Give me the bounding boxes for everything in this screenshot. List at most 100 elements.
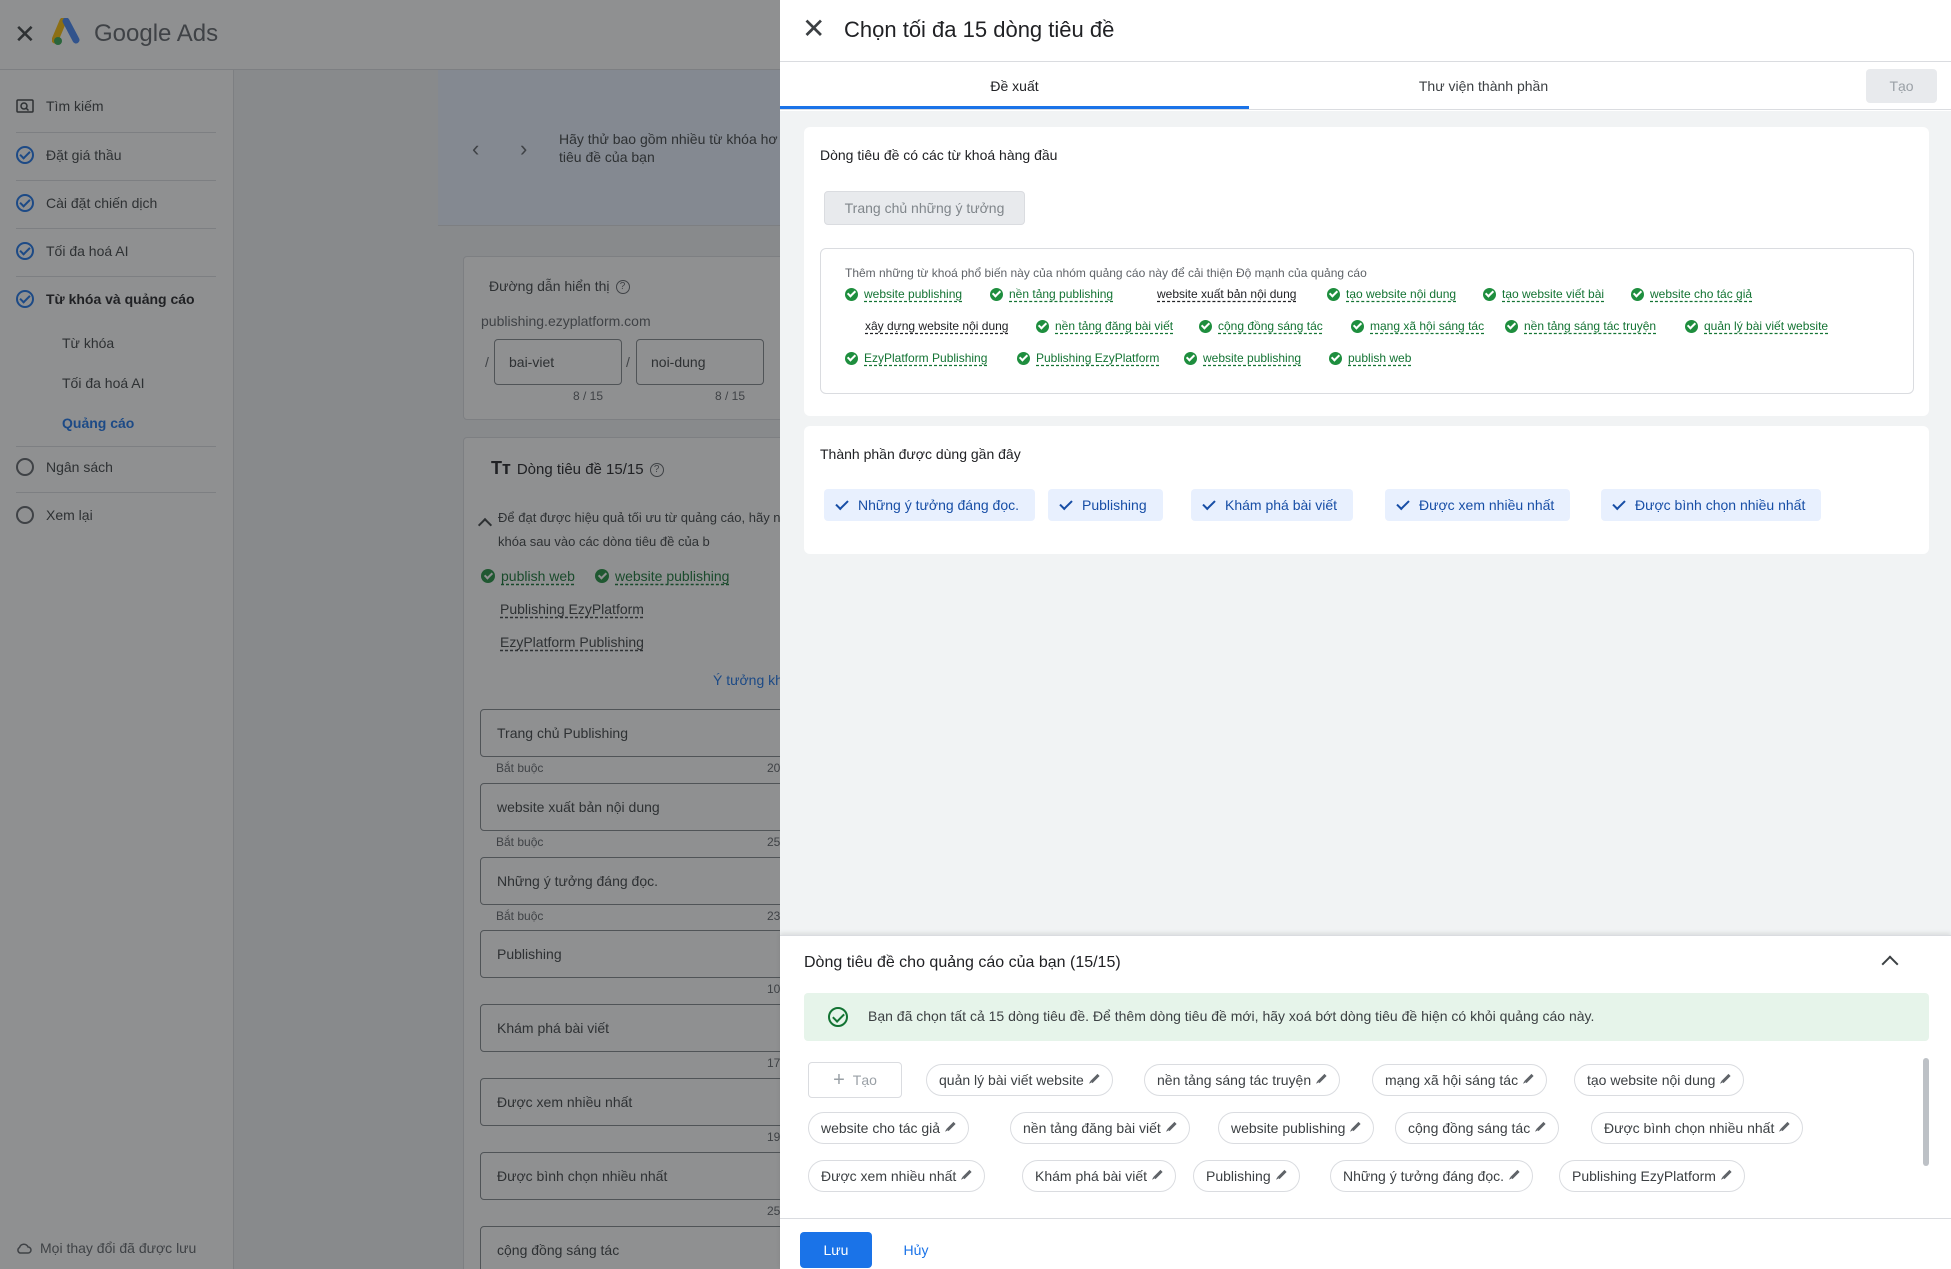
check-icon [1351,319,1364,333]
edit-icon[interactable] [1317,1073,1327,1083]
headline-chip[interactable]: quản lý bài viết website [926,1064,1113,1096]
selected-headlines-panel: Dòng tiêu đề cho quảng cáo của bạn (15/1… [780,935,1951,1269]
headline-chip[interactable]: mạng xã hội sáng tác [1372,1064,1548,1096]
check-icon [990,287,1003,301]
check-icon [1199,319,1212,333]
edit-icon[interactable] [1277,1169,1287,1179]
keyword-chip[interactable]: cộng đồng sáng tác [1199,319,1323,333]
idea-chip[interactable]: Trang chủ những ý tưởng [824,191,1025,225]
edit-icon[interactable] [946,1121,956,1131]
headline-chip[interactable]: cộng đồng sáng tác [1395,1112,1560,1144]
keyword-chip[interactable]: nền tảng sáng tác truyện [1505,319,1656,333]
check-icon [1329,351,1342,365]
keyword-chip[interactable]: quản lý bài viết website [1685,319,1828,333]
keyword-chip[interactable]: tạo website nội dung [1327,287,1456,301]
check-icon [1327,287,1340,301]
check-icon [845,287,858,301]
tab-bar: Đề xuất Thư viện thành phần [780,62,1951,110]
close-icon[interactable]: ✕ [802,14,825,44]
headline-chip[interactable]: Publishing [1193,1160,1300,1192]
check-icon [1483,287,1496,301]
edit-icon[interactable] [1090,1073,1100,1083]
save-button[interactable]: Lưu [800,1232,872,1268]
keyword-text: cộng đồng sáng tác [1218,319,1323,333]
check-icon [1685,319,1698,333]
keyword-chip[interactable]: mạng xã hội sáng tác [1351,319,1484,333]
check-icon [1396,496,1410,511]
success-banner: Bạn đã chọn tất cả 15 dòng tiêu đề. Để t… [804,993,1929,1041]
check-icon [1202,496,1216,511]
recent-asset-chip[interactable]: Được xem nhiều nhất [1385,489,1571,521]
headline-chip[interactable]: Khám phá bài viết [1022,1160,1177,1192]
scrollbar[interactable] [1923,1058,1929,1166]
keyword-text: tạo website viết bài [1502,287,1605,301]
keyword-headlines-title: Dòng tiêu đề có các từ khoá hàng đầu [820,147,1058,163]
headline-chip[interactable]: website cho tác giả [808,1112,970,1144]
check-icon [845,351,858,365]
create-button[interactable]: Tạo [1866,69,1937,103]
tab-asset-library[interactable]: Thư viện thành phần [1249,62,1718,110]
recent-asset-chip[interactable]: Được bình chọn nhiều nhất [1601,489,1822,521]
check-icon [1017,351,1030,365]
recent-asset-chip[interactable]: Khám phá bài viết [1191,489,1354,521]
add-headline-label: Tạo [852,1072,877,1088]
keyword-chip[interactable]: website cho tác giả [1631,287,1752,301]
chip-label: Những ý tưởng đáng đọc. [1343,1168,1505,1184]
headline-chip[interactable]: nền tảng đăng bài viết [1010,1112,1190,1144]
keyword-chip[interactable]: Publishing EzyPlatform [1017,351,1159,365]
chip-label: nền tảng đăng bài viết [1023,1120,1161,1136]
edit-icon[interactable] [1722,1169,1732,1179]
keyword-chip[interactable]: nền tảng publishing [990,287,1113,301]
chevron-up-icon[interactable] [1881,955,1899,973]
add-headline-button[interactable]: + Tạo [808,1062,902,1098]
success-message: Bạn đã chọn tất cả 15 dòng tiêu đề. Để t… [868,1008,1595,1024]
headline-chip[interactable]: tạo website nội dung [1574,1064,1745,1096]
active-tab-indicator [780,106,1249,109]
keyword-chip[interactable]: tạo website viết bài [1483,287,1604,301]
headline-chip[interactable]: nền tảng sáng tác truyện [1144,1064,1341,1096]
headline-chip[interactable]: Publishing EzyPlatform [1559,1160,1745,1192]
chip-label: Được bình chọn nhiều nhất [1604,1120,1775,1136]
keyword-chip[interactable]: xây dựng website nội dung [865,319,1008,333]
cancel-button[interactable]: Hủy [892,1232,940,1268]
edit-icon[interactable] [1351,1121,1362,1131]
keyword-chip[interactable]: website publishing [1184,351,1301,365]
keyword-text: website publishing [1203,351,1302,365]
keyword-chip[interactable]: website publishing [845,287,962,301]
recent-assets-card: Thành phần được dùng gần đây Những ý tưở… [804,426,1929,554]
dialog-body: Dòng tiêu đề có các từ khoá hàng đầu Tra… [780,111,1951,935]
keyword-chip[interactable]: nền tảng đăng bài viết [1036,319,1173,333]
headline-chip[interactable]: Được bình chọn nhiều nhất [1591,1112,1804,1144]
keyword-chip[interactable]: EzyPlatform Publishing [845,351,987,365]
chip-label: website publishing [1231,1120,1346,1136]
keyword-headlines-card: Dòng tiêu đề có các từ khoá hàng đầu Tra… [804,127,1929,416]
chip-label: tạo website nội dung [1587,1072,1716,1088]
edit-icon[interactable] [1510,1169,1520,1179]
edit-icon[interactable] [1780,1121,1790,1131]
keyword-chip[interactable]: publish web [1329,351,1411,365]
keyword-text: website publishing [864,287,963,301]
headline-chip[interactable]: website publishing [1218,1112,1375,1144]
dialog-title: Chọn tối đa 15 dòng tiêu đề [844,17,1115,42]
keyword-text: publish web [1348,351,1412,365]
edit-icon[interactable] [1536,1121,1546,1131]
edit-icon[interactable] [1524,1073,1534,1083]
edit-icon[interactable] [1153,1169,1163,1179]
edit-icon[interactable] [962,1169,972,1179]
chip-label: mạng xã hội sáng tác [1385,1072,1519,1088]
modal-scrim[interactable] [0,0,780,1269]
selected-headlines-title: Dòng tiêu đề cho quảng cáo của bạn (15/1… [804,954,1121,971]
tab-suggestions[interactable]: Đề xuất [780,62,1249,110]
chip-label: website cho tác giả [821,1120,941,1136]
chip-label: Khám phá bài viết [1035,1168,1148,1184]
chip-label: Những ý tưởng đáng đọc. [858,497,1020,513]
headline-chip[interactable]: Được xem nhiều nhất [808,1160,986,1192]
chip-label: Được xem nhiều nhất [821,1168,957,1184]
keyword-chip[interactable]: website xuất bản nội dung [1157,287,1296,301]
recent-asset-chip[interactable]: Publishing [1048,489,1163,521]
headline-chip[interactable]: Những ý tưởng đáng đọc. [1330,1160,1534,1192]
chip-label: Được xem nhiều nhất [1419,497,1555,513]
edit-icon[interactable] [1167,1121,1177,1131]
edit-icon[interactable] [1721,1073,1732,1083]
recent-asset-chip[interactable]: Những ý tưởng đáng đọc. [824,489,1036,521]
